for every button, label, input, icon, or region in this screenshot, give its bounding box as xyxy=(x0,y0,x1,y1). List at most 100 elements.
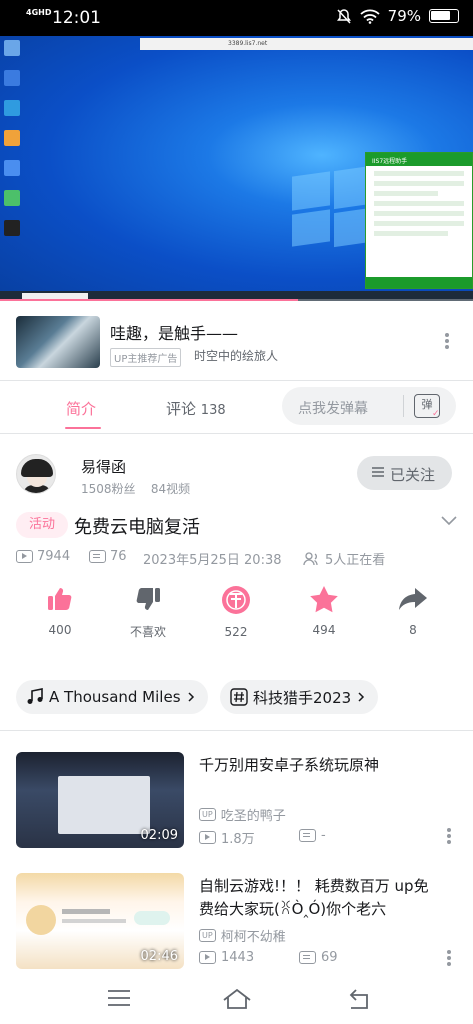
danmaku-count: 76 xyxy=(89,549,127,564)
play-count-icon xyxy=(199,831,216,844)
more-button[interactable] xyxy=(447,950,453,968)
danmaku-placeholder: 点我发弹幕 xyxy=(298,401,368,417)
divider xyxy=(0,730,473,731)
detail-tabs: 简介 评论 138 点我发弹幕 弹 ✓ xyxy=(0,381,473,433)
video-player[interactable]: 3389.lis7.net IIS7远程助手 xyxy=(0,36,473,301)
avatar[interactable] xyxy=(16,454,56,494)
play-count-icon xyxy=(199,951,216,964)
video-title[interactable]: 自制云游戏!！！ 耗费数百万 up免费给大家玩(ꐦÒ‸Ó)你个老六 xyxy=(199,875,439,921)
uploader-name[interactable]: 易得函 xyxy=(81,456,126,477)
followed-button[interactable]: 已关注 xyxy=(357,456,452,490)
home-icon[interactable] xyxy=(222,988,252,1010)
tab-comments[interactable]: 评论 138 xyxy=(166,398,226,419)
publish-date: 2023年5月25日 20:38 xyxy=(143,553,282,568)
fans-count: 1508粉丝 xyxy=(81,482,136,496)
desktop-icons xyxy=(4,40,20,250)
ad-more-button[interactable] xyxy=(439,333,455,353)
like-button[interactable]: 400 xyxy=(25,585,95,637)
danmaku-icon xyxy=(299,951,316,964)
music-tag[interactable]: A Thousand Miles xyxy=(16,680,208,714)
coin-button[interactable]: 522 xyxy=(201,585,271,639)
app-icon xyxy=(4,160,20,176)
chevron-right-icon xyxy=(358,692,365,702)
hashtag-icon xyxy=(230,688,248,706)
like-count: 400 xyxy=(48,623,72,637)
ad-thumbnail[interactable] xyxy=(16,316,100,368)
favorite-count: 494 xyxy=(312,623,336,637)
video-thumbnail[interactable]: 02:46 xyxy=(16,873,184,969)
up-badge-icon: UP xyxy=(199,929,216,942)
more-vertical-icon xyxy=(447,828,451,832)
favorite-button[interactable]: 494 xyxy=(289,585,359,637)
share-count: 8 xyxy=(409,623,417,637)
ad-title[interactable]: 哇趣，是触手—— xyxy=(110,320,238,344)
battery-percent: 79% xyxy=(387,7,421,25)
coin-icon xyxy=(222,586,250,614)
video-views: 1.8万 xyxy=(199,828,255,847)
video-views: 1443 xyxy=(199,950,254,965)
thumbs-down-icon xyxy=(136,588,160,610)
ad-author[interactable]: 时空中的绘旅人 xyxy=(194,347,278,364)
recycle-bin-icon xyxy=(4,40,20,56)
up-badge-icon: UP xyxy=(199,808,216,821)
video-title-row[interactable]: 活动 免费云电脑复活 xyxy=(16,512,458,538)
thumbs-up-icon xyxy=(48,588,72,610)
status-icons: 79% xyxy=(336,7,459,25)
app-icon xyxy=(4,190,20,206)
activity-badge[interactable]: 活动 xyxy=(16,512,68,538)
view-count: 7944 xyxy=(16,549,70,564)
thumbnail-dialog xyxy=(58,776,150,834)
thumbnail-avatar xyxy=(26,905,56,935)
clock: 12:01 xyxy=(52,8,101,28)
danmaku-icon xyxy=(299,829,316,842)
check-icon: ✓ xyxy=(432,409,440,419)
battery-icon xyxy=(429,9,459,23)
share-button[interactable]: 8 xyxy=(378,585,448,637)
divider xyxy=(403,395,404,417)
tab-intro[interactable]: 简介 xyxy=(66,398,96,419)
more-button[interactable] xyxy=(447,828,453,846)
dislike-label: 不喜欢 xyxy=(129,625,166,639)
app-icon xyxy=(4,130,20,146)
system-nav-bar xyxy=(0,976,473,1024)
topic-tag[interactable]: 科技猎手2023 xyxy=(220,680,379,714)
video-thumbnail[interactable]: 02:09 xyxy=(16,752,184,848)
mute-icon xyxy=(336,9,351,24)
video-uploader[interactable]: UP 柯柯不幼稚 xyxy=(199,926,286,945)
action-bar: 400 不喜欢 522 494 8 xyxy=(0,585,473,645)
people-icon xyxy=(303,551,318,565)
tab-comments-label: 评论 xyxy=(166,400,197,418)
menu-lines-icon xyxy=(372,467,384,477)
app-icon xyxy=(4,70,20,86)
chevron-down-icon[interactable] xyxy=(440,514,458,528)
danmaku-icon xyxy=(89,550,106,563)
tab-indicator xyxy=(65,427,101,429)
video-title[interactable]: 千万别用安卓子系统玩原神 xyxy=(199,754,439,777)
menu-icon[interactable] xyxy=(107,988,131,1008)
ad-label: UP主推荐广告 xyxy=(110,348,182,367)
uploader-stats: 1508粉丝 84视频 xyxy=(81,480,190,497)
share-icon xyxy=(399,588,427,610)
video-duration: 02:46 xyxy=(140,949,178,964)
video-danmaku: 69 xyxy=(299,950,338,965)
thumbnail-button xyxy=(134,911,170,925)
video-danmaku: - xyxy=(299,828,326,843)
video-uploader[interactable]: UP 吃圣的鸭子 xyxy=(199,805,286,824)
more-vertical-icon xyxy=(447,950,451,954)
dislike-button[interactable]: 不喜欢 xyxy=(113,585,183,640)
back-icon[interactable] xyxy=(348,988,372,1010)
danmaku-input[interactable]: 点我发弹幕 弹 ✓ xyxy=(282,387,456,425)
music-tag-label: A Thousand Miles xyxy=(49,688,181,706)
video-title: 免费云电脑复活 xyxy=(74,517,200,538)
remote-tool-window: IIS7远程助手 xyxy=(365,152,473,289)
topic-tag-label: 科技猎手2023 xyxy=(253,688,352,707)
status-bar: 4GHD 12:01 79% xyxy=(0,0,473,36)
thumbnail-text xyxy=(62,919,126,923)
divider xyxy=(0,433,473,434)
sponsored-ad[interactable]: 哇趣，是触手—— UP主推荐广告 时空中的绘旅人 xyxy=(0,301,473,381)
remote-toolbar: 3389.lis7.net xyxy=(140,38,473,50)
wifi-icon xyxy=(360,9,380,24)
app-icon xyxy=(4,220,20,236)
play-count-icon xyxy=(16,550,33,563)
edge-icon xyxy=(4,100,20,116)
